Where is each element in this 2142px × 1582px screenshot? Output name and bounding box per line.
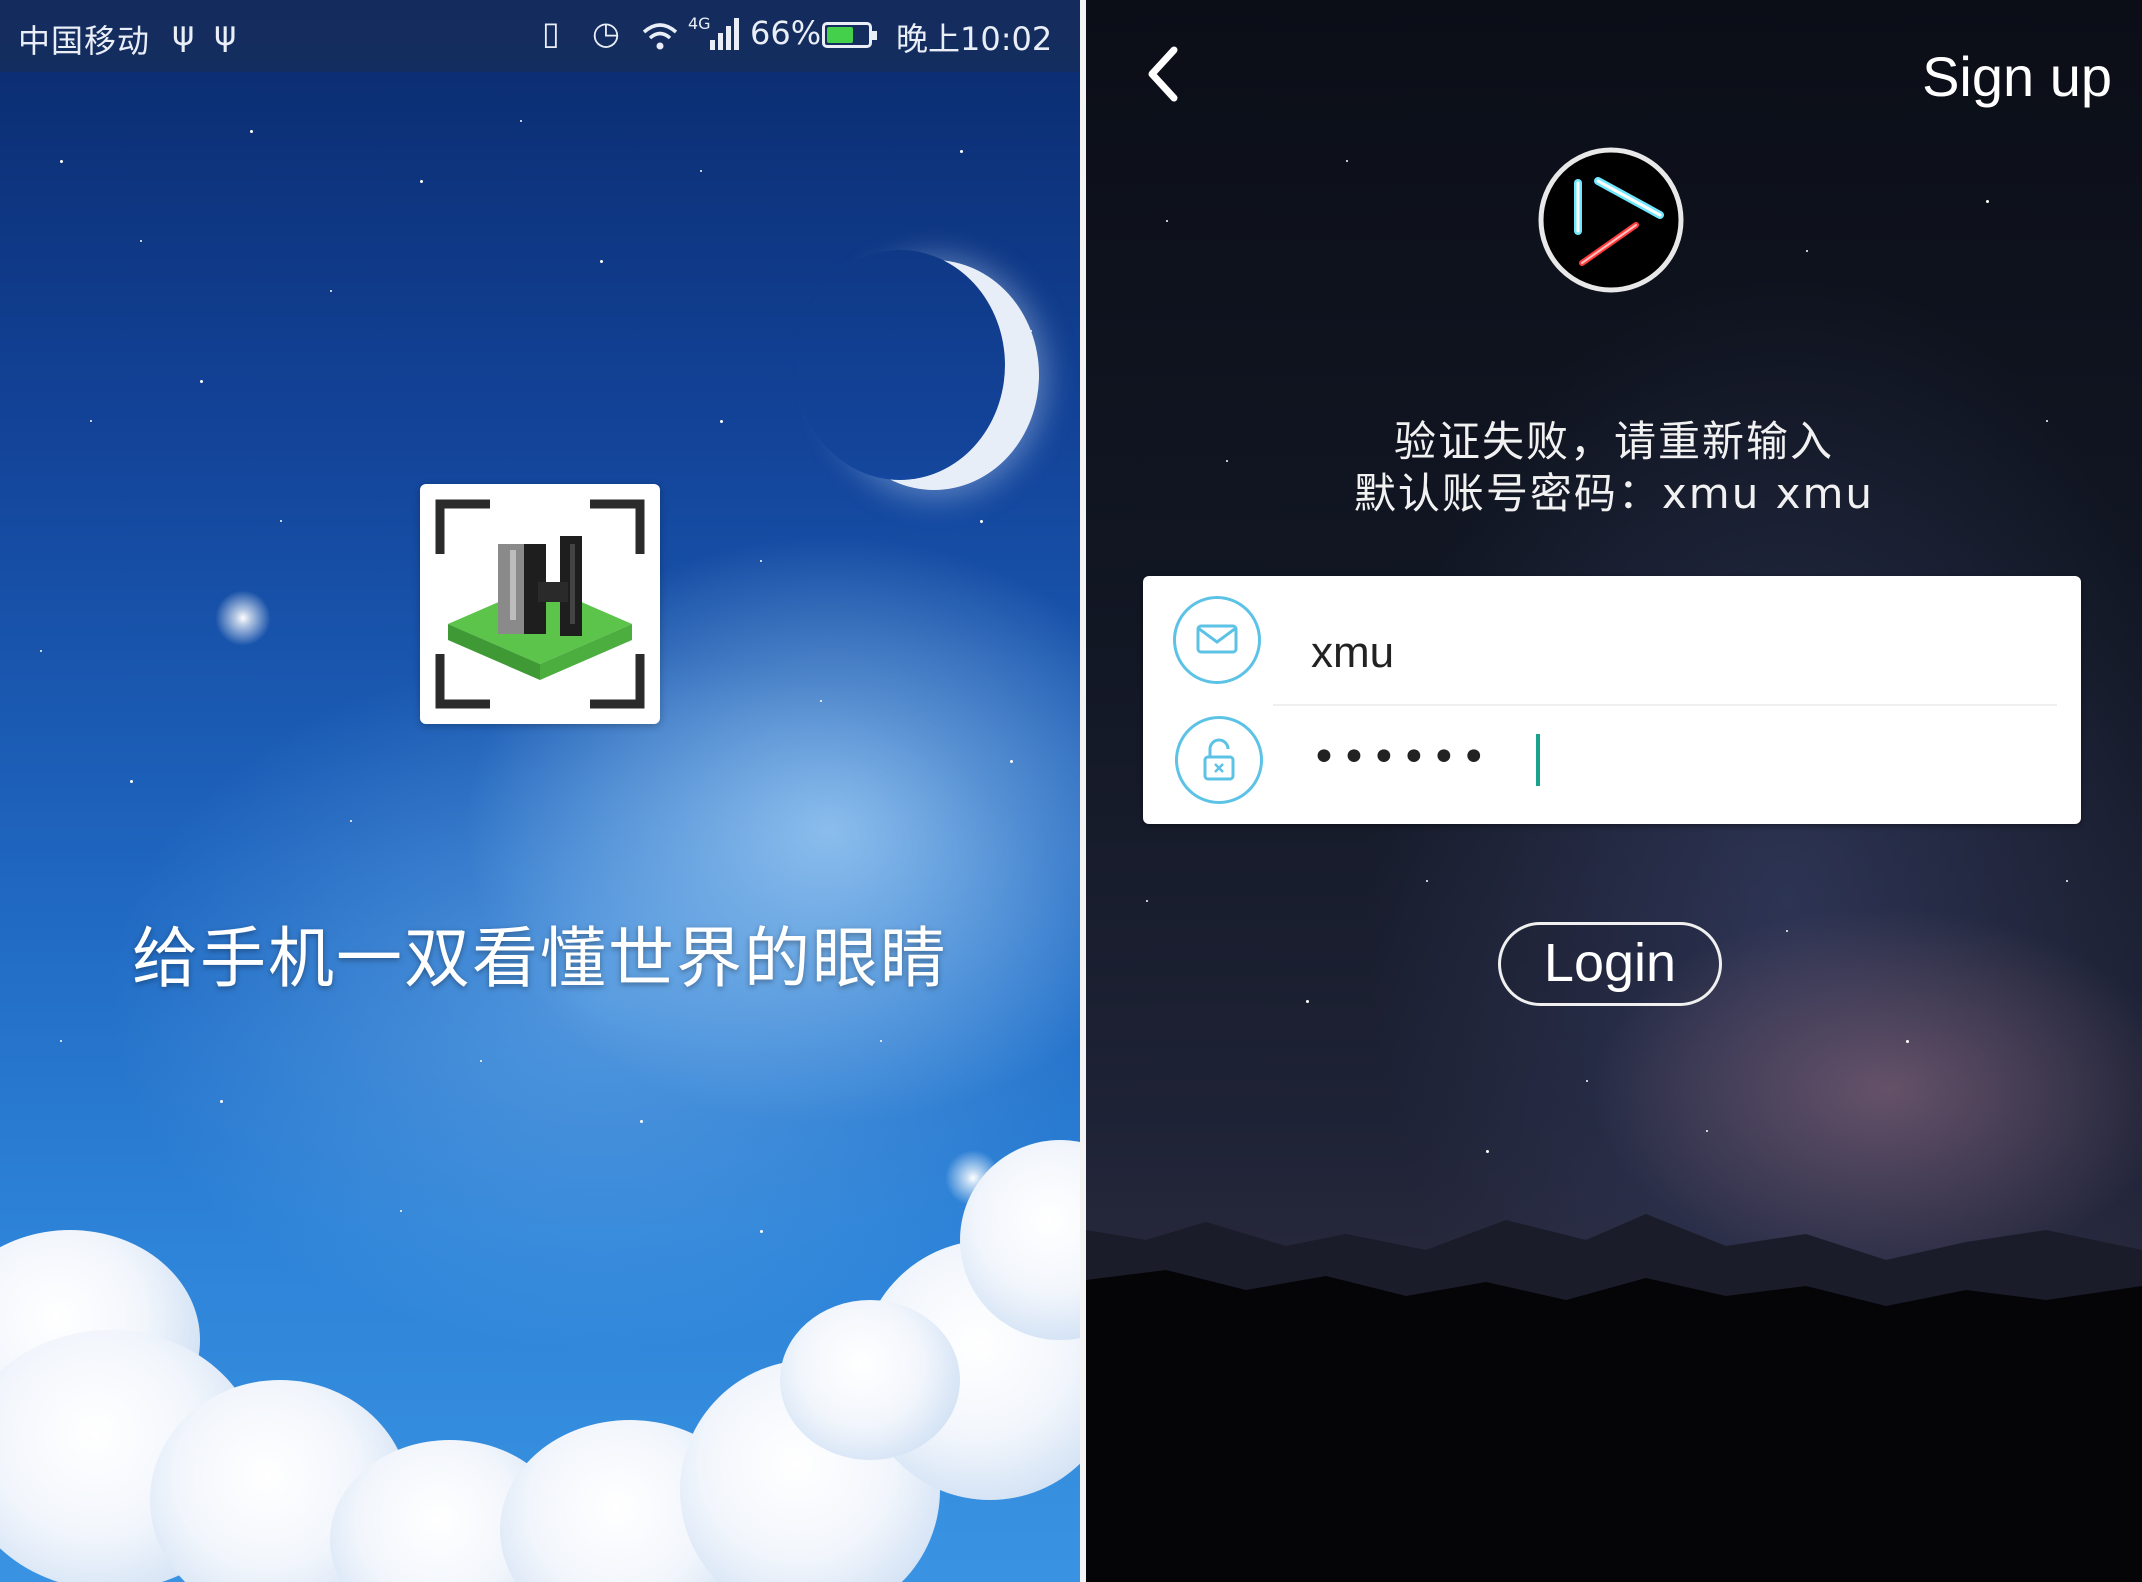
mountain-silhouette: [1086, 1214, 2142, 1582]
pixel-h-building-icon: [435, 499, 645, 709]
username-field[interactable]: xmu: [1311, 628, 1394, 678]
status-time: 晚上10:02: [896, 20, 1053, 58]
usb-icon: ψ: [172, 14, 195, 54]
signal-icon: [710, 18, 744, 50]
wifi-icon: [642, 23, 678, 50]
carrier-name: 中国移动: [18, 22, 151, 60]
login-form: xmu ••••••: [1143, 576, 2081, 824]
login-button[interactable]: Login: [1498, 922, 1722, 1006]
battery-percent: 66%: [750, 14, 822, 52]
vibrate-icon: ▯: [542, 14, 560, 52]
splash-screen: 中国移动 ψ ψ ▯ ◷ 4G 66% 晚上10:02 给手机一双看懂世界的眼睛: [0, 0, 1080, 1582]
password-field[interactable]: ••••••: [1311, 732, 1491, 783]
usb-icon: ψ: [214, 14, 237, 54]
default-credentials-hint: 默认账号密码：xmu xmu: [1353, 469, 1875, 518]
login-screen: Sign up 验证失败，请重新输入 默认账号密码：xmu xmu xmu ••…: [1086, 0, 2142, 1582]
lock-icon: [1175, 716, 1263, 804]
text-cursor: [1536, 734, 1540, 786]
bright-star: [215, 590, 271, 646]
crescent-moon: [795, 250, 1005, 480]
signup-button[interactable]: Sign up: [1922, 44, 2112, 109]
envelope-icon: [1173, 596, 1261, 684]
field-divider: [1273, 704, 2057, 706]
status-bar: 中国移动 ψ ψ ▯ ◷ 4G 66% 晚上10:02: [0, 0, 1080, 72]
network-type: 4G: [688, 14, 711, 33]
alarm-icon: ◷: [592, 14, 620, 52]
battery-icon: [822, 22, 877, 48]
app-logo: [420, 484, 660, 724]
slogan-text: 给手机一双看懂世界的眼睛: [132, 920, 948, 997]
chevron-left-icon[interactable]: [1138, 42, 1188, 106]
lightsaber-logo-icon: [1538, 147, 1684, 293]
